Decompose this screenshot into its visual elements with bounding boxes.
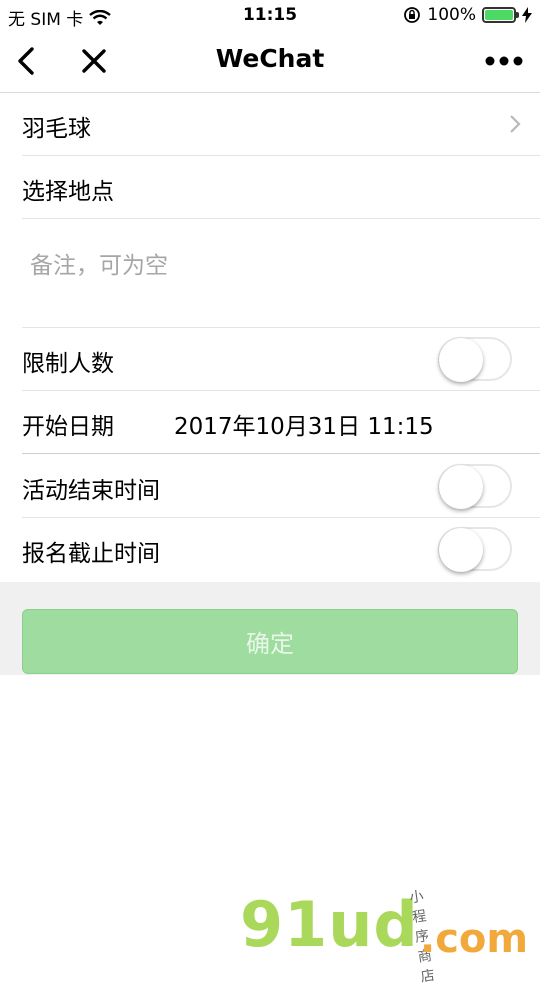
category-row[interactable]: 羽毛球 <box>22 93 540 156</box>
battery-fill <box>485 10 513 20</box>
location-label: 选择地点 <box>22 179 114 205</box>
deadline-label: 报名截止时间 <box>22 541 160 567</box>
nav-bar: WeChat <box>0 30 540 93</box>
confirm-button[interactable]: 确定 <box>22 609 518 674</box>
end-time-row: 活动结束时间 <box>22 455 540 518</box>
chevron-right-icon <box>510 115 521 133</box>
end-time-label: 活动结束时间 <box>22 478 160 504</box>
more-dots-icon[interactable] <box>484 51 524 71</box>
toggle-knob <box>439 338 483 382</box>
note-placeholder: 备注，可为空 <box>30 253 168 279</box>
orientation-lock-icon <box>404 7 421 23</box>
status-bar: 无 SIM 卡 11:15 100% <box>0 0 540 30</box>
start-value: 2017年10月31日 11:15 <box>174 414 434 440</box>
deadline-row: 报名截止时间 <box>22 518 540 581</box>
end-time-toggle[interactable] <box>438 464 512 509</box>
limit-label: 限制人数 <box>22 351 114 377</box>
status-right: 100% <box>403 5 532 25</box>
limit-row: 限制人数 <box>22 328 540 391</box>
watermark-brand: 91ud <box>240 888 419 961</box>
page-title: WeChat <box>215 44 325 73</box>
watermark-logo: 91ud 小程序商店 .com <box>240 888 528 985</box>
battery-percent: 100% <box>427 5 476 25</box>
battery-icon <box>482 7 519 23</box>
deadline-toggle[interactable] <box>438 527 512 572</box>
action-area: 确定 <box>0 582 540 675</box>
category-label: 羽毛球 <box>22 116 91 142</box>
start-date-row[interactable]: 开始日期 2017年10月31日 11:15 <box>22 391 540 454</box>
watermark-suffix: .com <box>420 916 529 962</box>
charging-icon <box>522 7 532 23</box>
start-label: 开始日期 <box>22 414 114 440</box>
toggle-knob <box>439 465 483 509</box>
location-row[interactable]: 选择地点 <box>22 156 540 219</box>
limit-toggle[interactable] <box>438 337 512 382</box>
toggle-knob <box>439 528 483 572</box>
